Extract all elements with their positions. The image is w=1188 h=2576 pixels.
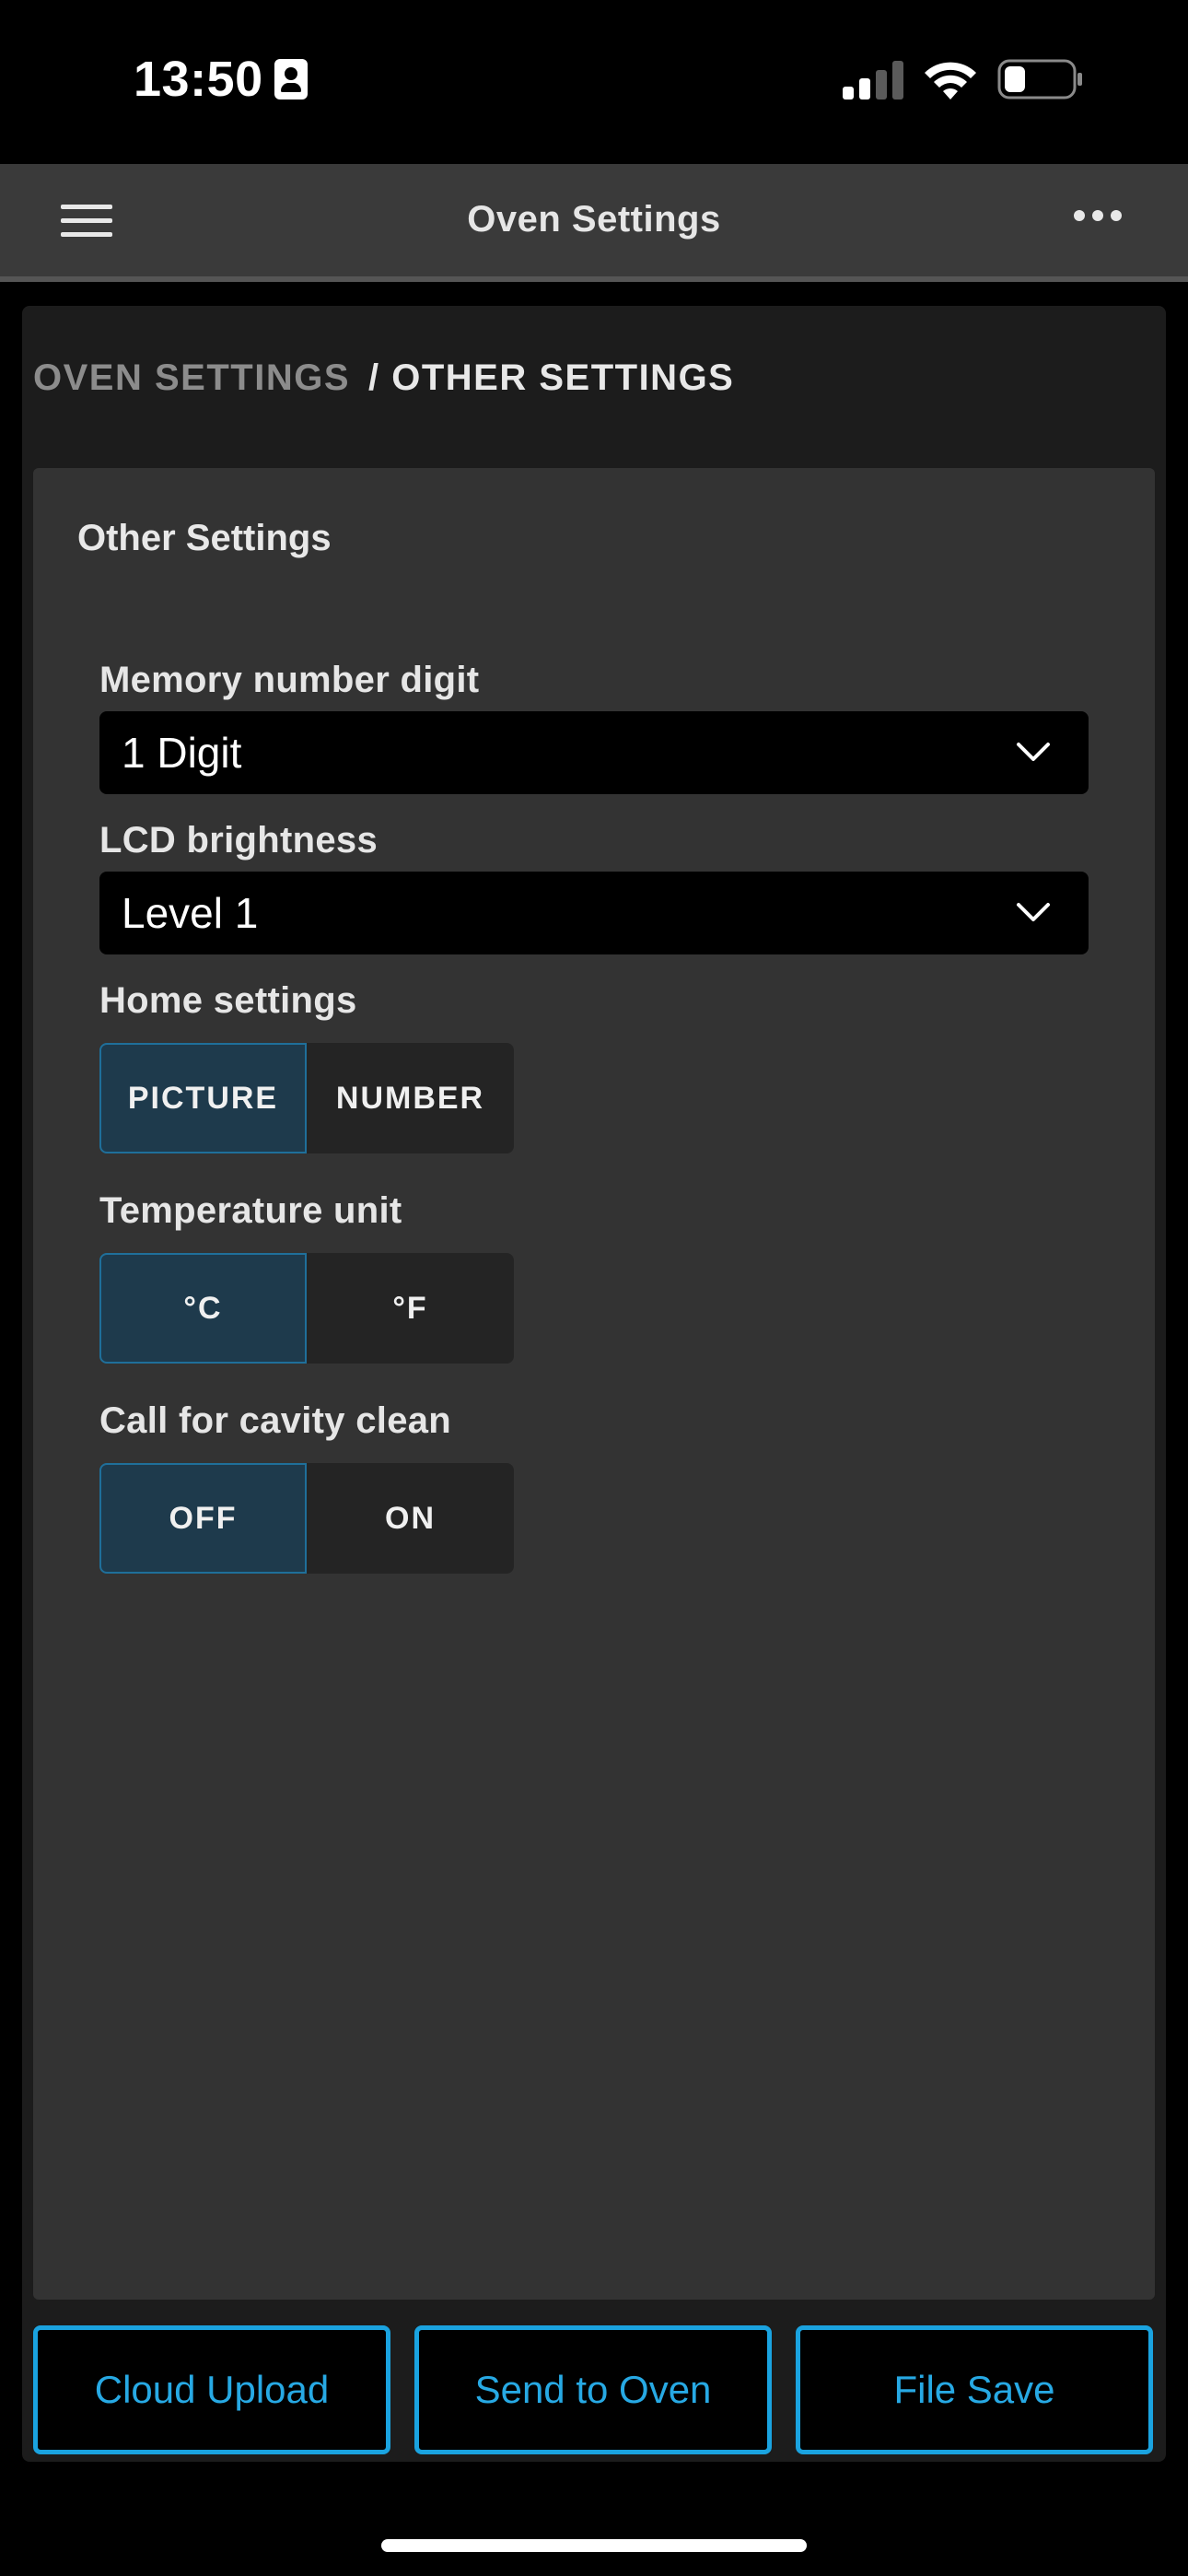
home-settings-toggle: PICTURE NUMBER [99, 1043, 514, 1153]
cellular-signal-icon [843, 61, 903, 100]
cavity-clean-label: Call for cavity clean [99, 1400, 452, 1441]
status-bar: 13:50 [0, 0, 1188, 164]
file-save-button[interactable]: File Save [796, 2325, 1153, 2454]
cloud-upload-button[interactable]: Cloud Upload [33, 2325, 390, 2454]
home-settings-label: Home settings [99, 980, 357, 1021]
send-to-oven-button[interactable]: Send to Oven [414, 2325, 772, 2454]
breadcrumb: OVEN SETTINGS / OTHER SETTINGS [33, 357, 734, 399]
fahrenheit-button[interactable]: °F [307, 1253, 514, 1364]
battery-icon [997, 59, 1082, 100]
status-time: 13:50 [134, 51, 308, 108]
home-picture-button[interactable]: PICTURE [99, 1043, 307, 1153]
celsius-button[interactable]: °C [99, 1253, 307, 1364]
lcd-brightness-select[interactable]: Level 1 [99, 872, 1089, 954]
contact-card-icon [274, 59, 308, 100]
home-number-button[interactable]: NUMBER [307, 1043, 514, 1153]
chevron-down-icon [1017, 903, 1050, 921]
lcd-brightness-value: Level 1 [122, 889, 259, 937]
cavity-clean-on-button[interactable]: ON [307, 1463, 514, 1574]
home-indicator[interactable] [381, 2539, 807, 2552]
card-title: Other Settings [77, 518, 332, 558]
memory-digit-label: Memory number digit [99, 660, 480, 700]
breadcrumb-oven-settings[interactable]: OVEN SETTINGS [33, 357, 350, 399]
lcd-brightness-label: LCD brightness [99, 820, 378, 861]
page-title: Oven Settings [467, 199, 721, 240]
temperature-unit-label: Temperature unit [99, 1190, 402, 1231]
cavity-clean-off-button[interactable]: OFF [99, 1463, 307, 1574]
app-header: Oven Settings [0, 164, 1188, 282]
wifi-icon [925, 62, 976, 100]
memory-digit-select[interactable]: 1 Digit [99, 711, 1089, 794]
memory-digit-value: 1 Digit [122, 729, 242, 777]
other-settings-card: Other Settings Memory number digit 1 Dig… [33, 468, 1155, 2300]
chevron-down-icon [1017, 743, 1050, 761]
breadcrumb-other-settings: / OTHER SETTINGS [368, 357, 735, 398]
cavity-clean-toggle: OFF ON [99, 1463, 514, 1574]
more-options-icon[interactable] [1074, 210, 1124, 228]
status-time-text: 13:50 [134, 52, 263, 107]
temperature-unit-toggle: °C °F [99, 1253, 514, 1364]
